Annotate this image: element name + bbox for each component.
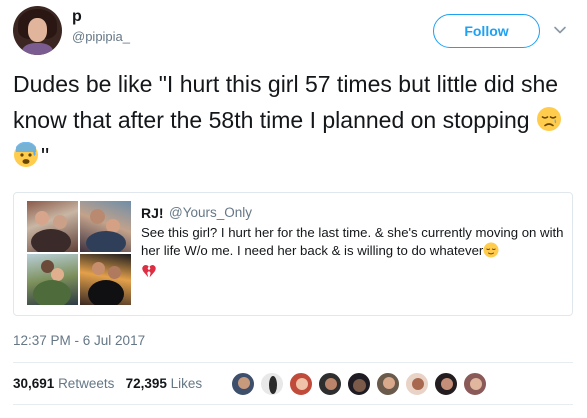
retweets-label: Retweets (58, 376, 115, 391)
liker-avatar[interactable] (404, 371, 430, 397)
retweets-stat[interactable]: 30,691 Retweets (13, 376, 114, 391)
tweet-closing-quote: " (41, 143, 50, 169)
liker-avatar[interactable] (433, 371, 459, 397)
engagement-stats: 30,691 Retweets 72,395 Likes (13, 376, 202, 391)
author-handle[interactable]: @pipipia_ (72, 29, 130, 44)
follow-button[interactable]: Follow (433, 14, 540, 48)
quoted-tweet-card[interactable]: RJ! @Yours_Only See this girl? I hurt he… (13, 192, 573, 316)
quoted-tweet-body: See this girl? I hurt her for the last t… (141, 225, 564, 258)
author-avatar[interactable] (13, 6, 62, 55)
author-display-name[interactable]: p (72, 8, 82, 26)
chevron-down-icon[interactable] (553, 23, 567, 37)
liker-avatar[interactable] (462, 371, 488, 397)
quoted-tweet-photo-grid[interactable] (27, 201, 131, 305)
likes-stat[interactable]: 72,395 Likes (126, 376, 203, 391)
anxious-sweat-face-icon (14, 142, 38, 167)
liker-avatar[interactable] (230, 371, 256, 397)
liker-avatar[interactable] (375, 371, 401, 397)
broken-heart-icon (142, 264, 156, 278)
quoted-photo-2[interactable] (80, 201, 131, 252)
divider (13, 362, 573, 363)
divider (13, 404, 573, 405)
liker-avatar[interactable] (259, 371, 285, 397)
liker-avatar[interactable] (288, 371, 314, 397)
retweets-count: 30,691 (13, 376, 55, 391)
tweet-timestamp[interactable]: 12:37 PM - 6 Jul 2017 (13, 333, 145, 348)
tweet-text: Dudes be like "I hurt this girl 57 times… (13, 66, 578, 174)
likes-count: 72,395 (125, 376, 167, 391)
quoted-author-name[interactable]: RJ! (141, 205, 164, 221)
liker-avatar[interactable] (346, 371, 372, 397)
relieved-face-icon (483, 242, 499, 258)
liker-avatar[interactable] (317, 371, 343, 397)
tweet-header: p @pipipia_ Follow (0, 0, 587, 62)
quoted-tweet-text: See this girl? I hurt her for the last t… (141, 224, 566, 281)
quoted-photo-1[interactable] (27, 201, 78, 252)
quoted-photo-4[interactable] (80, 254, 131, 305)
disappointed-relieved-face-icon (536, 107, 561, 131)
tweet-body: Dudes be like "I hurt this girl 57 times… (13, 71, 559, 133)
likes-label: Likes (170, 376, 203, 391)
quoted-photo-3[interactable] (27, 254, 78, 305)
quoted-author-handle[interactable]: @Yours_Only (169, 205, 252, 220)
